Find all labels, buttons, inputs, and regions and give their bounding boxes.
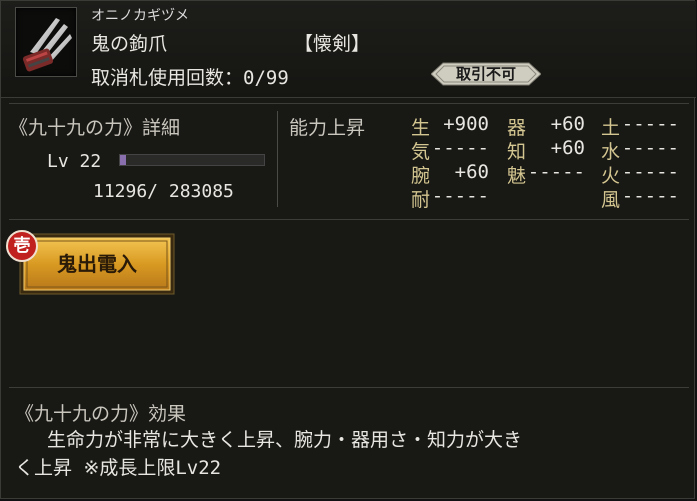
stat-label: 器 [507,117,527,139]
stat-value: ----- [621,113,679,135]
stat-label: 耐 [411,189,431,211]
section-divider [277,111,278,207]
item-name: 鬼の鉤爪 [91,33,168,55]
exp-value: 11296/ 283085 [93,181,234,202]
divider-mid [9,219,689,220]
claw-weapon-icon [15,7,77,77]
power-detail-title: 《九十九の力》詳細 [9,117,181,139]
exp-bar-fill [120,155,126,165]
skill-button[interactable]: 鬼出電入 [19,233,175,295]
stat-label: 生 [411,117,431,139]
stat-value: +60 [550,137,585,159]
stat-value: +60 [454,161,489,183]
stat-label: 気 [411,141,431,163]
skill-rank-label: 壱 [13,236,31,256]
stat-label: 水 [601,141,621,163]
stat-value: ----- [621,185,679,207]
stat-value: +900 [443,113,489,135]
item-type: 【懐剣】 [294,33,371,55]
skill-rank-badge: 壱 [5,229,39,263]
skill-label: 鬼出電入 [57,252,137,276]
stat-label: 腕 [411,165,431,187]
stat-label: 魅 [507,165,527,187]
effect-text-line2: く上昇 ※成長上限Lv22 [15,457,222,479]
badge-label: 取引不可 [455,65,516,83]
stat-label: 火 [601,165,621,187]
level-label: Lv 22 [47,151,102,172]
stat-value: +60 [550,113,585,135]
untradeable-badge: 取引不可 [430,62,542,86]
divider-bottom [9,387,689,388]
stat-label: 知 [507,141,527,163]
divider-top [9,103,689,104]
ability-title: 能力上昇 [289,117,366,139]
stat-value: ----- [431,185,489,207]
cancel-tag-usage: 取消札使用回数：0/99 [91,67,289,89]
effect-title: 《九十九の力》効果 [15,403,187,425]
effect-text-line1: 生命力が非常に大きく上昇、腕力・器用さ・知力が大き [47,429,523,451]
stat-value: ----- [527,161,585,183]
item-ruby: オニノカギヅメ [91,8,189,24]
stat-label: 土 [601,117,621,139]
stat-value: ----- [621,137,679,159]
item-header: オニノカギヅメ 鬼の鉤爪 【懐剣】 取消札使用回数：0/99 取引不可 [1,1,696,98]
stat-value: ----- [621,161,679,183]
exp-bar [119,154,265,166]
item-detail-window: オニノカギヅメ 鬼の鉤爪 【懐剣】 取消札使用回数：0/99 取引不可 《九十九… [0,0,696,499]
stat-value: ----- [431,137,489,159]
stat-label: 風 [601,189,621,211]
